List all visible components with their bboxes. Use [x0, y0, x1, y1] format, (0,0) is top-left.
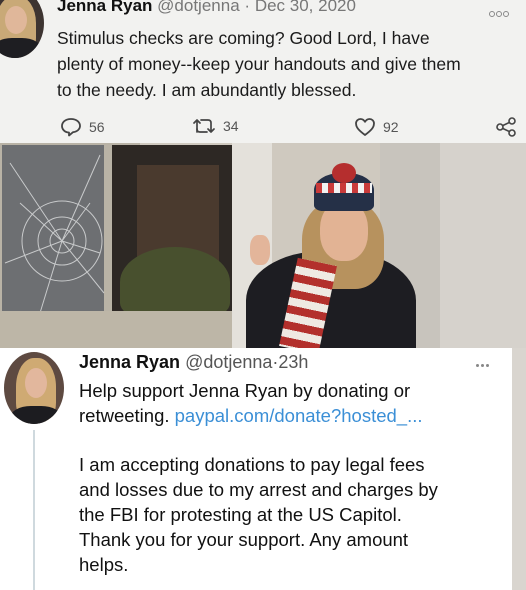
avatar[interactable]: [4, 352, 64, 424]
tweet-line: retweeting. paypal.com/donate?hosted_...: [79, 403, 509, 428]
donation-link[interactable]: paypal.com/donate?hosted_...: [175, 405, 423, 426]
tweet-time[interactable]: 23h: [278, 352, 308, 372]
tweet-line-text: retweeting.: [79, 405, 175, 426]
like-button[interactable]: 92: [354, 117, 399, 137]
tweet-paragraph: I am accepting donations to pay legal fe…: [79, 452, 509, 577]
tweet-line: helps.: [79, 554, 129, 575]
tweet-line: I am accepting donations to pay legal fe…: [79, 454, 425, 475]
tweet-header: Jenna Ryan @dotjenna·23h: [79, 352, 308, 373]
heart-icon: [355, 118, 375, 136]
tweet-line: Help support Jenna Ryan by donating or: [79, 380, 411, 401]
share-button[interactable]: [494, 116, 518, 138]
cracked-glass-graphic: [4, 154, 105, 314]
tweet-text: Help support Jenna Ryan by donating or r…: [79, 378, 509, 577]
reply-icon: [61, 118, 81, 137]
photo: [0, 143, 526, 348]
display-name[interactable]: Jenna Ryan: [79, 352, 180, 372]
tweet-line: Thank you for your support. Any amount: [79, 529, 409, 550]
display-name[interactable]: Jenna Ryan: [57, 0, 152, 15]
tweet-line: to the needy. I am abundantly blessed.: [57, 80, 357, 100]
tweet-top: Jenna Ryan @dotjenna · Dec 30, 2020 Stim…: [0, 0, 526, 143]
share-icon: [496, 117, 516, 137]
retweet-button[interactable]: 34: [192, 117, 239, 135]
tweet-actions: 56 34 92: [0, 115, 526, 141]
reply-count: 56: [89, 119, 105, 135]
avatar[interactable]: [0, 0, 44, 58]
tweet-line: plenty of money--keep your handouts and …: [57, 54, 461, 74]
user-handle[interactable]: @dotjenna: [185, 352, 272, 372]
background-edge: [512, 348, 526, 590]
more-icon[interactable]: [489, 4, 510, 22]
retweet-count: 34: [223, 118, 239, 134]
tweet-line: the FBI for protesting at the US Capitol…: [79, 504, 402, 525]
thread-line: [33, 430, 35, 590]
reply-button[interactable]: 56: [60, 117, 105, 137]
tweet-date[interactable]: Dec 30, 2020: [255, 0, 356, 15]
user-handle[interactable]: @dotjenna: [157, 0, 240, 15]
tweet-line: Stimulus checks are coming? Good Lord, I…: [57, 28, 430, 48]
tweet-bottom: Jenna Ryan @dotjenna·23h Help support Je…: [0, 348, 526, 590]
tweet-text: Stimulus checks are coming? Good Lord, I…: [57, 25, 517, 103]
like-count: 92: [383, 119, 399, 135]
separator: ·: [244, 0, 251, 15]
tweet-line: and losses due to my arrest and charges …: [79, 479, 438, 500]
retweet-icon: [193, 119, 215, 133]
tweet-header: Jenna Ryan @dotjenna · Dec 30, 2020: [57, 0, 356, 16]
more-icon[interactable]: [476, 354, 491, 372]
